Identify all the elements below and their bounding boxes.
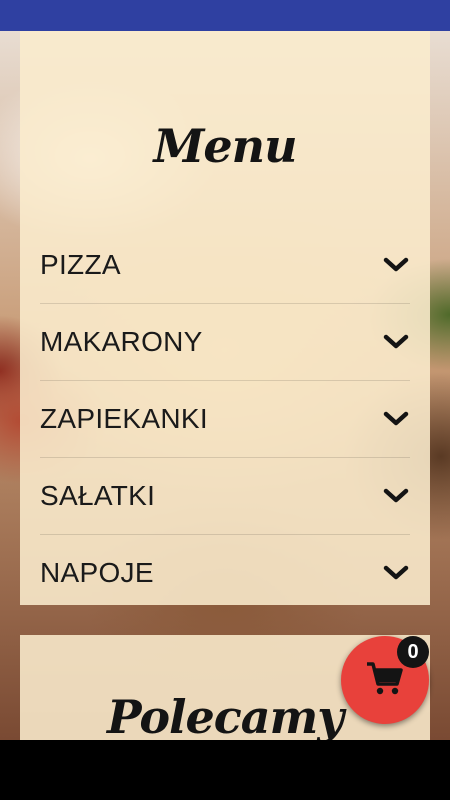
status-bar	[0, 0, 450, 31]
menu-item-salatki[interactable]: SAŁATKI	[40, 458, 410, 535]
menu-item-label: MAKARONY	[40, 326, 203, 357]
chevron-down-icon[interactable]	[382, 486, 410, 506]
menu-item-pizza[interactable]: PIZZA	[40, 227, 410, 304]
chevron-down-icon[interactable]	[382, 332, 410, 352]
cart-icon	[365, 660, 405, 701]
menu-item-label: PIZZA	[40, 249, 121, 280]
chevron-down-icon[interactable]	[382, 409, 410, 429]
cart-count-badge: 0	[397, 636, 429, 668]
menu-list: PIZZA MAKARONY ZAPIEKANKI SAŁATKI NAPOJE	[40, 227, 410, 611]
menu-title: Menu	[153, 119, 297, 173]
menu-item-label: NAPOJE	[40, 557, 154, 588]
menu-item-zapiekanki[interactable]: ZAPIEKANKI	[40, 381, 410, 458]
chevron-down-icon[interactable]	[382, 563, 410, 583]
menu-item-label: ZAPIEKANKI	[40, 403, 208, 434]
menu-item-makarony[interactable]: MAKARONY	[40, 304, 410, 381]
menu-item-label: SAŁATKI	[40, 480, 156, 511]
menu-item-napoje[interactable]: NAPOJE	[40, 535, 410, 611]
menu-card: Menu PIZZA MAKARONY ZAPIEKANKI SAŁATKI N…	[20, 31, 430, 605]
chevron-down-icon[interactable]	[382, 255, 410, 275]
navigation-bar	[0, 740, 450, 800]
